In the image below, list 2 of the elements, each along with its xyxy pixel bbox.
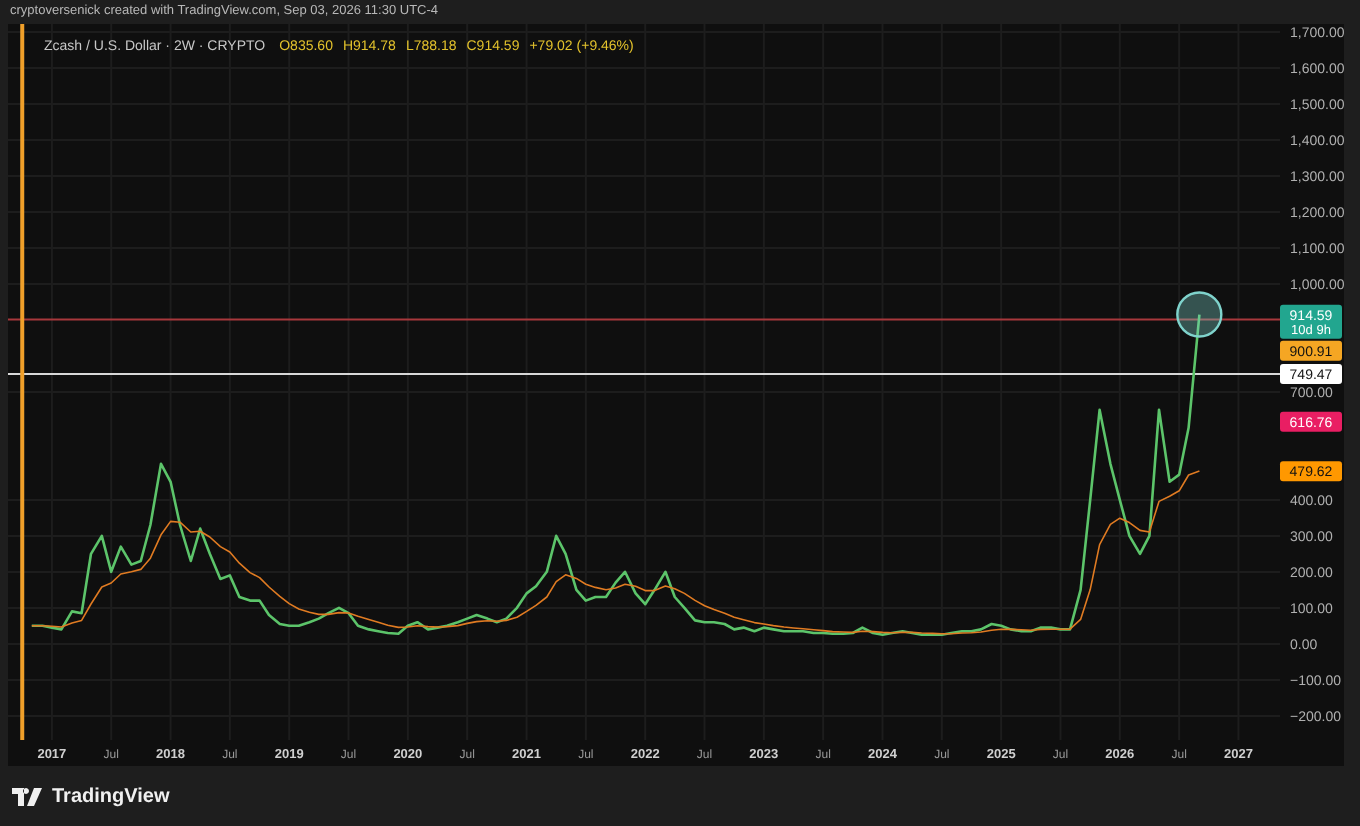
- logo-icon: [12, 787, 44, 805]
- brand-name: TradingView: [52, 783, 170, 811]
